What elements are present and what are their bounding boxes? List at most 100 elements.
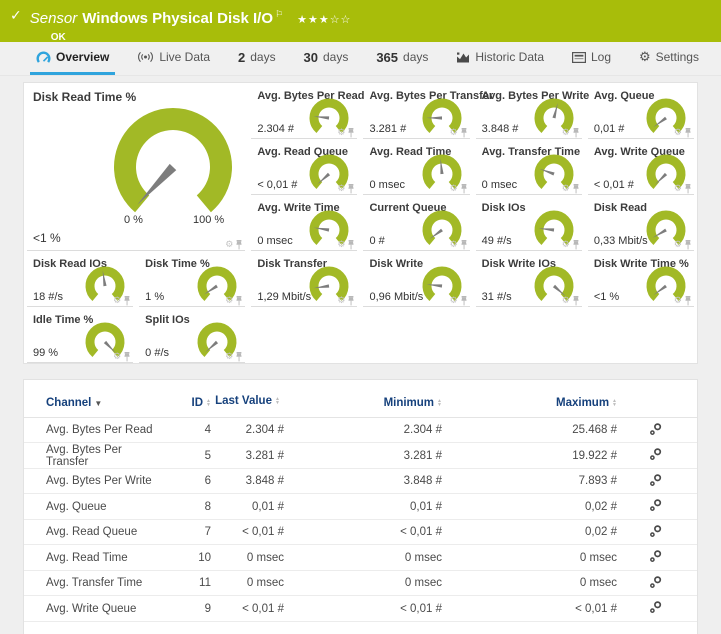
table-row: Avg. Transfer Time110 msec0 msec0 msec [24, 571, 697, 597]
gauge-value: 0 msec [482, 179, 517, 191]
tab-30-days[interactable]: 30days [298, 42, 355, 75]
gauge-settings-gear-icon[interactable]: ⚙ [225, 353, 233, 362]
channel-name[interactable]: Avg. Bytes Per Write [24, 475, 164, 487]
tab-log[interactable]: Log [566, 42, 617, 75]
pin-icon[interactable] [572, 240, 580, 250]
channel-name[interactable]: Avg. Write Queue [24, 603, 164, 615]
gauge-cell-actions: ⚙ [337, 128, 355, 138]
channel-maximum: 25.468 # [442, 424, 617, 436]
channel-name[interactable]: Avg. Bytes Per Transfer [24, 444, 164, 468]
gauge-settings-gear-icon[interactable]: ⚙ [562, 185, 570, 194]
column-header-id[interactable]: ID▲▼ [164, 397, 211, 409]
edit-channel-icon[interactable] [649, 473, 663, 487]
channel-name[interactable]: Avg. Transfer Time [24, 577, 164, 589]
channel-minimum: 3.281 # [284, 450, 442, 462]
channel-maximum: 7.893 # [442, 475, 617, 487]
gauge-cell-actions: ⚙ [562, 240, 580, 250]
table-row: Avg. Queue80,01 #0,01 #0,02 # [24, 494, 697, 520]
edit-channel-icon[interactable] [649, 549, 663, 563]
tab-overview[interactable]: Overview [30, 42, 115, 75]
column-header-last-value[interactable]: Last Value▲▼ [211, 394, 284, 409]
gauge-settings-gear-icon[interactable]: ⚙ [674, 297, 682, 306]
gauge-settings-gear-icon[interactable]: ⚙ [450, 241, 458, 250]
gauge-value: < 0,01 # [594, 179, 634, 191]
pin-icon[interactable] [684, 128, 692, 138]
pin-icon[interactable] [684, 296, 692, 306]
pin-icon[interactable] [235, 352, 243, 362]
edit-channel-icon[interactable] [649, 575, 663, 589]
edit-channel-icon[interactable] [649, 600, 663, 614]
pin-icon[interactable] [347, 240, 355, 250]
edit-channel-icon[interactable] [649, 524, 663, 538]
pin-icon[interactable] [460, 128, 468, 138]
column-header-maximum[interactable]: Maximum▲▼ [442, 397, 617, 409]
gauge-settings-gear-icon[interactable]: ⚙ [450, 129, 458, 138]
gauge-settings-gear-icon[interactable]: ⚙ [674, 241, 682, 250]
gauge-value: 18 #/s [33, 291, 63, 303]
pin-icon[interactable] [123, 352, 131, 362]
channel-name[interactable]: Avg. Queue [24, 501, 164, 513]
channel-name[interactable]: Avg. Read Queue [24, 526, 164, 538]
edit-channel-icon[interactable] [649, 447, 663, 461]
channel-actions-cell [617, 447, 697, 464]
gauge-settings-gear-icon[interactable]: ⚙ [337, 241, 345, 250]
pin-icon[interactable] [123, 296, 131, 306]
gauge-cell-actions: ⚙ [674, 184, 692, 194]
column-label: Channel [46, 397, 91, 409]
pin-icon[interactable] [235, 296, 243, 306]
gauge-settings-gear-icon[interactable]: ⚙ [337, 129, 345, 138]
channel-last-value: 3.281 # [211, 450, 284, 462]
pin-icon[interactable] [684, 240, 692, 250]
channel-last-value: < 0,01 # [211, 526, 284, 538]
column-header-minimum[interactable]: Minimum▲▼ [284, 397, 442, 409]
edit-channel-icon[interactable] [649, 422, 663, 436]
gauge-settings-gear-icon[interactable]: ⚙ [113, 353, 121, 362]
table-row: Avg. Bytes Per Transfer53.281 #3.281 #19… [24, 443, 697, 469]
gauge-settings-gear-icon[interactable]: ⚙ [450, 185, 458, 194]
gauge-cell: Avg. Bytes Per Transfer3.281 #⚙ [363, 83, 469, 139]
tab-365-days[interactable]: 365days [370, 42, 434, 75]
channel-name[interactable]: Avg. Bytes Per Read [24, 424, 164, 436]
channel-actions-cell [617, 600, 697, 617]
pin-icon[interactable] [460, 296, 468, 306]
gauge-settings-gear-icon[interactable]: ⚙ [337, 297, 345, 306]
tab-2-days[interactable]: 2days [232, 42, 282, 75]
gauge-settings-gear-icon[interactable]: ⚙ [562, 297, 570, 306]
pin-icon[interactable] [347, 296, 355, 306]
edit-channel-icon[interactable] [649, 498, 663, 512]
gauge-settings-gear-icon[interactable]: ⚙ [113, 297, 121, 306]
priority-stars[interactable]: ★★★☆☆ [297, 14, 351, 26]
gauge-settings-gear-icon[interactable]: ⚙ [450, 297, 458, 306]
gauge-cell-actions: ⚙ [674, 240, 692, 250]
gauge-settings-gear-icon[interactable]: ⚙ [674, 185, 682, 194]
gauge-value: 0 # [369, 235, 384, 247]
gauge-settings-gear-icon[interactable]: ⚙ [562, 241, 570, 250]
gauge-settings-gear-icon[interactable]: ⚙ [674, 129, 682, 138]
flag-icon[interactable]: ⚐ [275, 9, 283, 19]
pin-icon[interactable] [572, 128, 580, 138]
gauge-cell: Current Queue0 #⚙ [363, 195, 469, 251]
gauge-settings-gear-icon[interactable]: ⚙ [562, 129, 570, 138]
pin-icon[interactable] [684, 184, 692, 194]
pin-icon[interactable] [572, 184, 580, 194]
pin-icon[interactable] [572, 296, 580, 306]
tab-live-data[interactable]: Live Data [131, 42, 216, 75]
tab-settings[interactable]: ⚙Settings [633, 42, 705, 75]
pin-icon[interactable] [460, 240, 468, 250]
pin-icon[interactable] [460, 184, 468, 194]
tab-label: Log [591, 50, 611, 64]
pin-icon[interactable] [347, 184, 355, 194]
pin-icon[interactable] [235, 240, 243, 250]
gauge-cell-actions: ⚙ [674, 296, 692, 306]
table-row: Avg. Bytes Per Write63.848 #3.848 #7.893… [24, 469, 697, 495]
gauge-value: 99 % [33, 347, 58, 359]
live-icon [137, 51, 154, 63]
column-header-channel[interactable]: Channel▼ [24, 397, 164, 409]
pin-icon[interactable] [347, 128, 355, 138]
tab-historic-data[interactable]: Historic Data [450, 42, 550, 75]
gauge-settings-gear-icon[interactable]: ⚙ [225, 297, 233, 306]
gauge-icon [36, 51, 51, 63]
gauge-settings-gear-icon[interactable]: ⚙ [225, 241, 233, 250]
gauge-settings-gear-icon[interactable]: ⚙ [337, 185, 345, 194]
channel-name[interactable]: Avg. Read Time [24, 552, 164, 564]
